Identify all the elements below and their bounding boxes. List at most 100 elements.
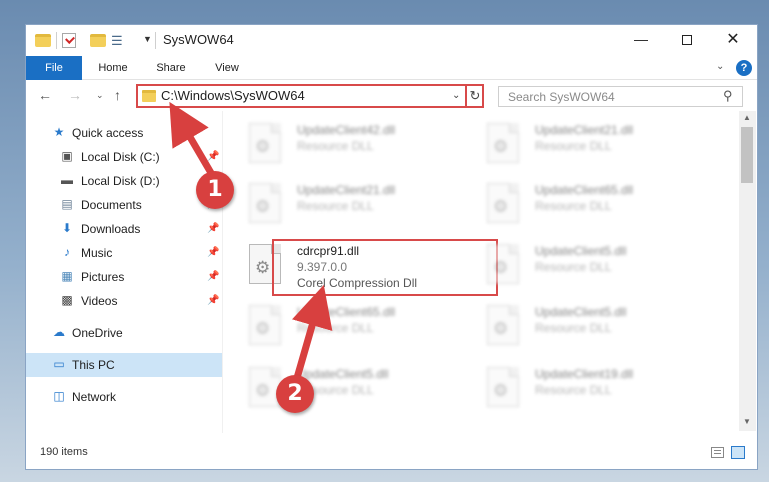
tab-file[interactable]: File — [26, 56, 82, 80]
network-icon: ◫ — [53, 389, 65, 403]
divider — [155, 32, 156, 49]
search-icon[interactable]: ⚲ — [723, 88, 733, 104]
details-view-icon[interactable] — [711, 447, 724, 458]
file-item[interactable]: ⚙ UpdateClient42.dll Resource DLL — [223, 117, 458, 173]
file-type: Resource DLL — [535, 199, 612, 213]
address-path[interactable]: C:\Windows\SysWOW64 — [161, 88, 305, 103]
pin-icon[interactable]: 📌 — [207, 265, 219, 289]
forward-button[interactable]: → — [68, 87, 82, 103]
sidebar-item-label: This PC — [72, 358, 115, 372]
file-type: Resource DLL — [535, 321, 612, 335]
customize-quick-access-icon[interactable]: ▼ — [143, 34, 152, 52]
scroll-thumb[interactable] — [741, 127, 753, 183]
pin-icon[interactable]: 📌 — [207, 217, 219, 241]
gear-icon: ⚙ — [255, 137, 271, 156]
tab-share[interactable]: Share — [144, 56, 198, 80]
sidebar-item-videos[interactable]: ▩ Videos 📌 — [26, 289, 222, 313]
sidebar-item-pictures[interactable]: ▦ Pictures 📌 — [26, 265, 222, 289]
sidebar-item-local-disk-c[interactable]: ▣ Local Disk (C:) 📌 — [26, 145, 222, 169]
maximize-button[interactable] — [664, 25, 710, 56]
up-button[interactable]: ↑ — [114, 87, 121, 103]
divider — [56, 32, 57, 49]
file-name: UpdateClient65.dll — [535, 183, 634, 197]
sidebar-item-quick-access[interactable]: ★ Quick access — [26, 121, 222, 145]
file-name: UpdateClient21.dll — [297, 183, 396, 197]
computer-icon: ▭ — [53, 357, 65, 371]
sidebar-item-label: Pictures — [81, 270, 125, 284]
help-icon[interactable]: ? — [736, 60, 752, 76]
download-icon: ⬇ — [61, 221, 73, 235]
address-dropdown-icon[interactable]: ⌄ — [452, 90, 460, 101]
dll-file-icon: ⚙ — [249, 123, 281, 163]
sidebar-item-local-disk-d[interactable]: ▬ Local Disk (D:) 📌 — [26, 169, 222, 193]
properties-icon[interactable] — [62, 33, 76, 48]
sidebar-item-label: Music — [81, 246, 113, 260]
gear-icon: ⚙ — [493, 137, 509, 156]
explorer-window: ☰ ▼ SysWOW64 — ✕ File Home Share View ⌄ … — [25, 24, 758, 470]
dll-file-icon: ⚙ — [487, 123, 519, 163]
file-type: Resource DLL — [535, 139, 612, 153]
file-type: Resource DLL — [297, 321, 374, 335]
file-item[interactable]: ⚙ UpdateClient5.dll Resource DLL — [461, 299, 696, 355]
file-item[interactable]: ⚙ UpdateClient19.dll Resource DLL — [461, 361, 696, 417]
address-bar[interactable]: C:\Windows\SysWOW64 ⌄ ↻ — [136, 84, 484, 108]
file-name: UpdateClient42.dll — [297, 123, 396, 137]
item-count: 190 items — [40, 446, 88, 458]
pin-icon[interactable]: 📌 — [207, 289, 219, 313]
sidebar-item-onedrive[interactable]: ☁ OneDrive — [26, 321, 222, 345]
search-input[interactable]: Search SysWOW64 — [508, 90, 615, 104]
sidebar-item-downloads[interactable]: ⬇ Downloads 📌 — [26, 217, 222, 241]
file-name: UpdateClient65.dll — [297, 305, 396, 319]
vertical-scrollbar[interactable]: ▲ ▼ — [739, 111, 756, 431]
new-folder-icon[interactable] — [90, 34, 106, 47]
sidebar-item-label: Videos — [81, 294, 118, 308]
pictures-icon: ▦ — [61, 269, 73, 283]
view-options-icon[interactable]: ☰ — [111, 34, 128, 47]
search-box[interactable]: Search SysWOW64 ⚲ — [498, 86, 743, 107]
file-type: Resource DLL — [535, 260, 612, 274]
file-item[interactable]: ⚙ UpdateClient65.dll Resource DLL — [223, 299, 458, 355]
sidebar-item-documents[interactable]: ▤ Documents 📌 — [26, 193, 222, 217]
large-icons-view-icon[interactable] — [731, 446, 745, 459]
status-bar: 190 items — [26, 439, 757, 469]
gear-icon: ⚙ — [493, 258, 509, 277]
file-item[interactable]: ⚙ UpdateClient5.dll Resource DLL — [223, 361, 458, 417]
scroll-down-icon[interactable]: ▼ — [743, 417, 751, 426]
dll-file-icon: ⚙ — [249, 305, 281, 345]
sidebar-item-this-pc[interactable]: ▭ This PC — [26, 353, 222, 377]
pin-icon[interactable]: 📌 — [207, 145, 219, 169]
sidebar-item-label: Documents — [81, 198, 142, 212]
dll-file-icon: ⚙ — [487, 367, 519, 407]
folder-icon[interactable] — [35, 34, 51, 47]
scroll-up-icon[interactable]: ▲ — [743, 113, 751, 122]
file-name: UpdateClient5.dll — [535, 244, 627, 258]
file-item[interactable]: ⚙ UpdateClient5.dll Resource DLL — [461, 238, 696, 294]
ribbon: File Home Share View ⌄ ? — [26, 56, 757, 80]
sidebar-item-label: Local Disk (C:) — [81, 150, 160, 164]
file-name: UpdateClient5.dll — [297, 367, 389, 381]
file-item[interactable]: ⚙ UpdateClient21.dll Resource DLL — [461, 117, 696, 173]
dll-file-icon: ⚙ — [487, 305, 519, 345]
gear-icon: ⚙ — [255, 197, 271, 216]
close-button[interactable]: ✕ — [710, 25, 756, 56]
dll-file-icon: ⚙ — [249, 183, 281, 223]
back-button[interactable]: ← — [38, 87, 52, 103]
file-item[interactable]: ⚙ UpdateClient21.dll Resource DLL — [223, 177, 458, 233]
file-item[interactable]: ⚙ UpdateClient65.dll Resource DLL — [461, 177, 696, 233]
tab-home[interactable]: Home — [86, 56, 140, 80]
minimize-button[interactable]: — — [618, 25, 664, 56]
sidebar-item-network[interactable]: ◫ Network — [26, 385, 222, 409]
expand-ribbon-icon[interactable]: ⌄ — [716, 61, 724, 72]
sidebar-item-label: OneDrive — [72, 326, 123, 340]
music-icon: ♪ — [64, 245, 70, 259]
drive-icon: ▣ — [61, 149, 73, 163]
callout-2: 2 — [276, 375, 314, 413]
cloud-icon: ☁ — [53, 325, 65, 339]
recent-locations-icon[interactable]: ⌄ — [96, 90, 104, 101]
pin-icon[interactable]: 📌 — [207, 241, 219, 265]
file-name: UpdateClient21.dll — [535, 123, 634, 137]
sidebar-item-label: Downloads — [81, 222, 141, 236]
tab-view[interactable]: View — [202, 56, 252, 80]
sidebar-item-music[interactable]: ♪ Music 📌 — [26, 241, 222, 265]
refresh-button[interactable]: ↻ — [465, 86, 483, 106]
